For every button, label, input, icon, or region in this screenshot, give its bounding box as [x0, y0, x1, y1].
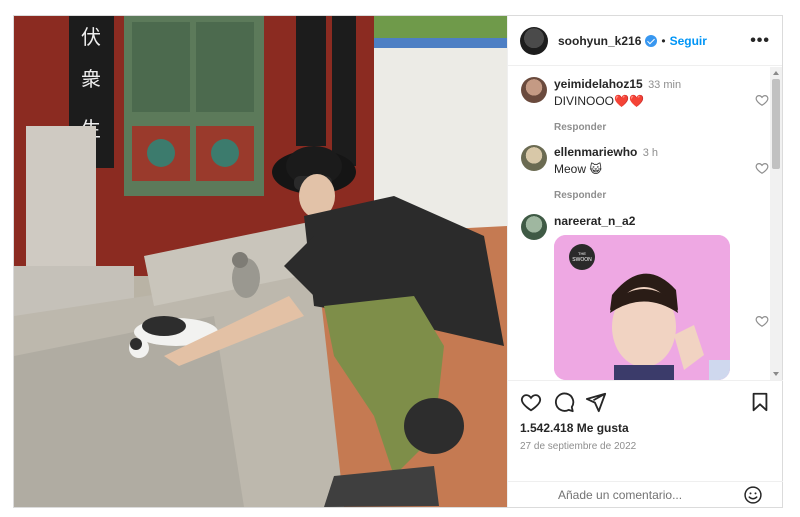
svg-text:SWOON: SWOON	[572, 257, 592, 263]
comment-avatar[interactable]	[521, 214, 547, 240]
svg-text:衆: 衆	[81, 67, 101, 91]
add-comment-bar	[508, 481, 783, 508]
comment-item: ellenmariewho 3 h Meow 😺 Responder	[521, 145, 769, 205]
comment-username[interactable]: yeimidelahoz15	[554, 77, 643, 91]
scroll-thumb[interactable]	[772, 79, 780, 169]
emoji-smiley-icon[interactable]	[743, 485, 763, 505]
post-date: 27 de septiembre de 2022	[520, 441, 637, 452]
like-heart-icon[interactable]	[520, 391, 542, 413]
comment-body: yeimidelahoz15 33 min DIVINOOO❤️❤️ Respo…	[554, 77, 749, 133]
like-comment-heart-icon[interactable]	[755, 314, 769, 328]
likes-count[interactable]: 1.542.418 Me gusta	[520, 421, 629, 435]
comment-text: DIVINOOO❤️❤️	[554, 94, 644, 108]
save-bookmark-icon[interactable]	[749, 391, 771, 413]
comments-scrollbar[interactable]	[770, 67, 782, 380]
comment-avatar[interactable]	[521, 145, 547, 171]
comment-image-illustration: THE SWOON	[554, 235, 730, 380]
post-side-panel: soohyun_k216 • Seguir ••• yeimidelahoz15…	[507, 16, 783, 507]
share-send-icon[interactable]	[585, 391, 607, 413]
svg-text:THE: THE	[578, 251, 586, 256]
like-comment-heart-icon[interactable]	[755, 161, 769, 175]
post-header: soohyun_k216 • Seguir •••	[508, 16, 782, 66]
comment-time: 33 min	[648, 79, 682, 91]
author-username[interactable]: soohyun_k216	[558, 34, 641, 48]
comment-username[interactable]: ellenmariewho	[554, 145, 637, 159]
photo-illustration: 伏 衆 生	[14, 16, 507, 507]
like-comment-heart-icon[interactable]	[755, 93, 769, 107]
post-actions: 1.542.418 Me gusta 27 de septiembre de 2…	[508, 380, 783, 507]
comment-item: yeimidelahoz15 33 min DIVINOOO❤️❤️ Respo…	[521, 77, 769, 137]
comment-body: ellenmariewho 3 h Meow 😺 Responder	[554, 145, 749, 201]
comment-username[interactable]: nareerat_n_a2	[554, 214, 635, 228]
follow-button[interactable]: Seguir	[670, 34, 707, 48]
header-separator: •	[661, 33, 666, 48]
scroll-up-arrow-icon[interactable]	[773, 71, 779, 75]
action-bar	[520, 391, 771, 415]
post-dialog: 伏 衆 生	[13, 15, 783, 508]
more-options-icon[interactable]: •••	[750, 32, 770, 50]
svg-text:伏: 伏	[81, 25, 101, 49]
reply-button[interactable]: Responder	[554, 190, 749, 201]
reply-button[interactable]: Responder	[554, 122, 749, 133]
add-comment-input[interactable]	[558, 488, 728, 502]
scroll-down-arrow-icon[interactable]	[773, 372, 779, 376]
author-avatar[interactable]	[520, 26, 548, 55]
comment-time: 3 h	[642, 147, 659, 159]
post-photo[interactable]: 伏 衆 生	[14, 16, 507, 507]
verified-badge-icon	[645, 34, 658, 47]
comment-image[interactable]: THE SWOON	[554, 235, 730, 380]
comment-body: nareerat_n_a2	[554, 214, 749, 228]
comments-list[interactable]: yeimidelahoz15 33 min DIVINOOO❤️❤️ Respo…	[508, 67, 783, 380]
comment-text: Meow 😺	[554, 162, 602, 176]
comment-avatar[interactable]	[521, 77, 547, 103]
comment-bubble-icon[interactable]	[553, 391, 575, 413]
